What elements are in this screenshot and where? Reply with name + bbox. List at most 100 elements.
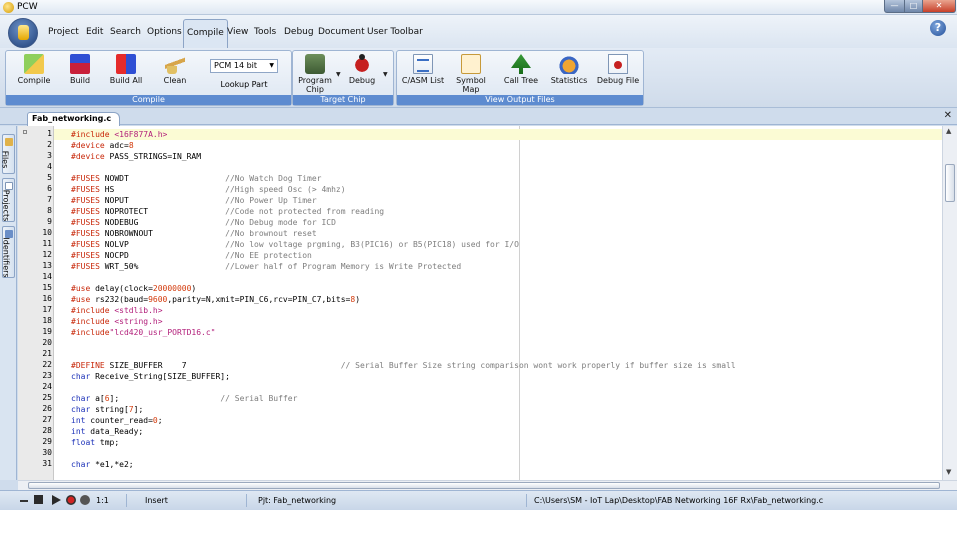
close-button[interactable]: ✕ — [922, 0, 956, 13]
menu-tab-edit[interactable]: Edit — [86, 27, 103, 37]
code-editor[interactable]: 1 2 3 4 5 6 7 8 9 10 11 12 13 14 15 16 17 18 19 20 21 22 23 24 2… — [18, 126, 957, 480]
symbol-map-button[interactable]: Symbol Map — [447, 54, 495, 94]
horizontal-scroll-thumb[interactable] — [28, 482, 940, 489]
broom-icon — [165, 54, 185, 74]
code-line[interactable]: int data_Ready; — [54, 426, 942, 437]
menu-tab-search[interactable]: Search — [110, 27, 141, 37]
code-line[interactable]: #use delay(clock=20000000) — [54, 283, 942, 294]
program-chip-dropdown-icon[interactable]: ▼ — [336, 71, 341, 78]
play-icon[interactable] — [52, 495, 61, 505]
build-button-label: Build — [69, 76, 91, 85]
code-line[interactable]: #device PASS_STRINGS=IN_RAM — [54, 151, 942, 162]
code-line[interactable]: #DEFINE SIZE_BUFFER 7 // Serial Buffer S… — [54, 360, 942, 371]
lookup-part-button[interactable]: Lookup Part — [203, 80, 285, 89]
menu-tab-view[interactable]: View — [227, 27, 248, 37]
debug-button[interactable]: Debug — [345, 54, 379, 85]
line-number: 21 — [42, 349, 52, 358]
call-tree-button[interactable]: Call Tree — [501, 54, 541, 85]
call-tree-label: Call Tree — [503, 76, 539, 85]
code-line[interactable]: char *e1,*e2; — [54, 459, 942, 470]
code-line[interactable]: #FUSES NOLVP //No low voltage prgming, B… — [54, 239, 942, 250]
file-tab[interactable]: Fab_networking.c — [27, 112, 121, 126]
chip-selector-area: PCM 14 bit ▼ Lookup Part — [203, 54, 287, 94]
save-icon[interactable] — [34, 495, 43, 504]
code-line[interactable] — [54, 382, 942, 393]
status-bar: 1:1 Insert Pjt: Fab_networking C:\Users\… — [0, 490, 957, 510]
code-line[interactable]: #use rs232(baud=9600,parity=N,xmit=PIN_C… — [54, 294, 942, 305]
code-line[interactable]: #FUSES HS //High speed Osc (> 4mhz) — [54, 184, 942, 195]
compile-button[interactable]: Compile — [14, 54, 54, 85]
code-line[interactable] — [54, 349, 942, 360]
code-line[interactable]: float tmp; — [54, 437, 942, 448]
side-tab-identifiers[interactable]: Identifiers — [2, 226, 15, 278]
menu-tab-tools[interactable]: Tools — [254, 27, 276, 37]
menu-tab-options[interactable]: Options — [147, 27, 182, 37]
minus-icon[interactable] — [20, 500, 28, 510]
stop-icon[interactable] — [80, 495, 90, 505]
vertical-scroll-thumb[interactable] — [945, 164, 955, 202]
help-icon[interactable]: ? — [930, 20, 946, 36]
program-chip-button[interactable]: Program Chip — [297, 54, 333, 94]
code-line[interactable]: #FUSES NODEBUG //No Debug mode for ICD — [54, 217, 942, 228]
code-line[interactable] — [54, 272, 942, 283]
debug-file-icon — [608, 54, 628, 74]
code-line[interactable] — [54, 338, 942, 349]
code-line[interactable]: #FUSES NOWDT //No Watch Dog Timer — [54, 173, 942, 184]
code-line[interactable]: #FUSES NOCPD //No EE protection — [54, 250, 942, 261]
code-line[interactable]: #FUSES WRT_50% //Lower half of Program M… — [54, 261, 942, 272]
side-tab-projects-label: Projects — [1, 189, 11, 222]
build-all-button[interactable]: Build All — [106, 54, 146, 85]
symbol-map-label: Symbol Map — [456, 76, 486, 94]
line-number: 13 — [42, 261, 52, 270]
code-line[interactable]: #FUSES NOBROWNOUT //No brownout reset — [54, 228, 942, 239]
horizontal-scrollbar[interactable] — [18, 480, 957, 490]
compile-button-label: Compile — [17, 76, 51, 85]
line-number: 5 — [47, 173, 52, 182]
line-number: 16 — [42, 294, 52, 303]
scroll-down-icon[interactable]: ▼ — [946, 468, 951, 476]
asm-list-label: C/ASM List — [401, 76, 445, 85]
close-tab-icon[interactable]: ✕ — [944, 110, 952, 121]
code-line[interactable]: #FUSES NOPUT //No Power Up Timer — [54, 195, 942, 206]
clean-button[interactable]: Clean — [158, 54, 192, 85]
chip-family-select[interactable]: PCM 14 bit ▼ — [210, 59, 278, 73]
maximize-button[interactable]: □ — [904, 0, 923, 13]
menu-tab-user-toolbar[interactable]: User Toolbar — [367, 27, 423, 37]
scroll-up-icon[interactable]: ▲ — [946, 127, 951, 135]
project-name: Pjt: Fab_networking — [258, 496, 337, 505]
side-tab-projects[interactable]: Projects — [1, 178, 15, 222]
code-line[interactable]: int counter_read=0; — [54, 415, 942, 426]
code-line[interactable]: char a[6]; // Serial Buffer — [54, 393, 942, 404]
build-button[interactable]: Build — [62, 54, 98, 85]
view-output-files-label: View Output Files — [397, 95, 643, 105]
code-line[interactable] — [54, 448, 942, 459]
statistics-button[interactable]: Statistics — [547, 54, 591, 85]
current-code-line[interactable]: #include <16F877A.h> — [54, 129, 942, 140]
side-tab-files[interactable]: Files — [0, 134, 15, 174]
code-line[interactable]: #include"lcd420_usr_PORTD16.c" — [54, 327, 942, 338]
line-marker-icon — [23, 130, 27, 134]
debug-file-label: Debug File — [596, 76, 640, 85]
vertical-scrollbar[interactable]: ▲ ▼ — [942, 126, 957, 480]
code-area[interactable]: #include <16F877A.h> #device adc=8 #device… — [54, 126, 942, 480]
debug-dropdown-icon[interactable]: ▼ — [383, 71, 388, 78]
code-line[interactable] — [54, 162, 942, 173]
view-output-files-group: C/ASM List Symbol Map Call Tree Statisti… — [396, 50, 644, 106]
code-line[interactable]: #include <string.h> — [54, 316, 942, 327]
minimize-button[interactable]: — — [884, 0, 905, 13]
line-number: 9 — [47, 217, 52, 226]
code-line[interactable]: #FUSES NOPROTECT //Code not protected fr… — [54, 206, 942, 217]
menu-tab-debug[interactable]: Debug — [284, 27, 314, 37]
cursor-position: 1:1 — [96, 496, 109, 505]
code-line[interactable]: #include <stdlib.h> — [54, 305, 942, 316]
record-icon[interactable] — [66, 495, 76, 505]
menu-tab-document[interactable]: Document — [318, 27, 365, 37]
code-line[interactable]: #device adc=8 — [54, 140, 942, 151]
menu-tab-compile[interactable]: Compile — [183, 19, 228, 49]
application-menu-button[interactable] — [8, 18, 38, 48]
asm-list-button[interactable]: C/ASM List — [401, 54, 445, 85]
menu-tab-project[interactable]: Project — [48, 27, 79, 37]
code-line[interactable]: char string[7]; — [54, 404, 942, 415]
code-line[interactable]: char Receive_String[SIZE_BUFFER]; — [54, 371, 942, 382]
debug-file-button[interactable]: Debug File — [595, 54, 641, 85]
